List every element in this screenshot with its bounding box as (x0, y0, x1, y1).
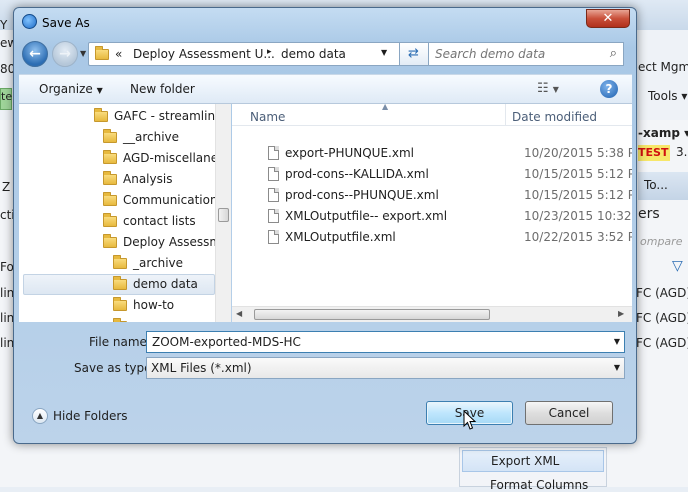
background-compare-text: ompare (640, 235, 683, 248)
filter-icon[interactable]: ▽ (672, 258, 683, 274)
breadcrumb-deploy[interactable]: Deploy Assessment U... (133, 47, 275, 61)
file-row[interactable]: prod-cons--PHUNQUE.xml 10/15/2015 5:12 P… (232, 185, 632, 206)
recent-pages-dropdown[interactable]: ▼ (80, 49, 86, 58)
save-as-dialog: Save As ✕ ← → ▼ « Deploy Assessment U...… (13, 7, 637, 444)
column-name[interactable]: Name (250, 110, 285, 124)
new-folder-button[interactable]: New folder (130, 82, 195, 96)
column-divider[interactable] (505, 104, 506, 126)
scroll-right-icon[interactable]: ▶ (618, 309, 624, 318)
mouse-cursor-icon (463, 410, 477, 430)
view-icon[interactable]: ☷ ▼ (537, 81, 559, 96)
test-badge: TEST (638, 145, 670, 161)
address-bar[interactable]: « Deploy Assessment U... ▸ demo data ▼ (88, 42, 414, 66)
tree-scrollbar[interactable] (215, 104, 231, 322)
arrow-left-icon: ← (29, 46, 41, 62)
background-title-fragment: ect Mgm (638, 60, 688, 74)
column-date-modified[interactable]: Date modified (512, 110, 597, 124)
background-text: Y (0, 18, 8, 32)
organize-button[interactable]: Organize ▼ (39, 82, 103, 96)
help-icon[interactable]: ? (600, 80, 618, 98)
background-xamp-text: -xamp ▾ (638, 126, 688, 140)
background-test-value: 3. (676, 145, 688, 159)
folder-icon (103, 213, 117, 227)
scrollbar-thumb[interactable] (254, 309, 490, 320)
hide-folders-button[interactable]: Hide Folders (53, 409, 128, 423)
refresh-icon: ⇄ (408, 46, 419, 61)
folder-icon (113, 255, 127, 269)
xml-file-icon (268, 209, 279, 223)
export-xml-item[interactable]: Export XML (462, 450, 604, 472)
background-text: Z (2, 180, 11, 194)
address-dropdown[interactable]: ▼ (381, 48, 387, 57)
folder-icon (94, 108, 108, 122)
file-name-label: File name: (89, 335, 151, 349)
save-as-type-label: Save as type: (74, 361, 156, 375)
folder-icon (103, 150, 117, 164)
breadcrumb-separator[interactable]: ▸ (267, 47, 272, 57)
tree-item-selected[interactable]: demo data (23, 274, 215, 295)
column-header-row: Name ▲ Date modified (232, 104, 632, 126)
folder-icon (95, 46, 109, 60)
background-to-button[interactable]: To... (638, 172, 688, 200)
cancel-button[interactable]: Cancel (525, 401, 613, 425)
scroll-left-icon[interactable]: ◀ (236, 309, 242, 318)
address-prefix[interactable]: « (115, 47, 122, 61)
save-as-type-value[interactable]: XML Files (*.xml) (151, 361, 252, 375)
folder-icon (103, 171, 117, 185)
dialog-title: Save As (42, 16, 90, 30)
folder-icon (103, 129, 117, 143)
background-green-tab: te (0, 88, 12, 110)
background-row: FC (AGD) (636, 336, 688, 350)
file-row[interactable]: XMLOutputfile-- export.xml 10/23/2015 10… (232, 206, 632, 227)
xml-file-icon (268, 146, 279, 160)
forward-button[interactable]: → (52, 41, 78, 67)
xml-file-icon (268, 230, 279, 244)
folder-icon (103, 234, 117, 248)
xml-file-icon (268, 188, 279, 202)
folder-icon (113, 297, 127, 311)
tools-menu[interactable]: Tools ▾ (648, 89, 687, 103)
hide-folders-icon[interactable]: ▲ (32, 408, 48, 424)
background-row: FC (AGD) (636, 311, 688, 325)
arrow-right-icon: → (59, 46, 71, 62)
file-list: Name ▲ Date modified export-PHUNQUE.xml … (232, 104, 632, 322)
file-name-dropdown[interactable]: ▼ (614, 337, 620, 346)
file-row[interactable]: export-PHUNQUE.xml 10/20/2015 5:38 PM (232, 143, 632, 164)
file-row[interactable]: XMLOutputfile.xml 10/22/2015 3:52 PM (232, 227, 632, 248)
search-icon[interactable]: ⌕ (610, 46, 617, 61)
refresh-button[interactable]: ⇄ (399, 42, 429, 66)
format-columns-item[interactable]: Format Columns (490, 478, 588, 492)
background-row: FC (AGD) (636, 286, 688, 300)
file-name-field[interactable]: ZOOM-exported-MDS-HC ▼ (146, 331, 625, 353)
search-input[interactable] (435, 46, 595, 62)
file-row[interactable]: prod-cons--KALLIDA.xml 10/15/2015 5:12 P… (232, 164, 632, 185)
breadcrumb-demo-data[interactable]: demo data (281, 47, 346, 61)
file-name-value[interactable]: ZOOM-exported-MDS-HC (152, 335, 301, 349)
back-button[interactable]: ← (22, 41, 48, 67)
chevron-down-icon[interactable]: ▼ (614, 363, 620, 372)
save-as-type-select[interactable]: XML Files (*.xml) ▼ (146, 357, 625, 379)
dialog-titlebar[interactable]: Save As ✕ (14, 8, 636, 38)
search-box[interactable]: ⌕ (428, 42, 624, 66)
scrollbar-thumb[interactable] (218, 208, 229, 222)
navigation-tree: GAFC - streamline c __archive AGD-miscel… (19, 104, 231, 322)
app-icon (22, 14, 37, 29)
folder-icon (103, 192, 117, 206)
folder-icon (113, 318, 127, 322)
sort-arrow-icon: ▲ (382, 104, 389, 111)
toolbar: Organize ▼ New folder ☷ ▼ ? (19, 74, 632, 104)
close-button[interactable]: ✕ (586, 9, 630, 28)
background-ers-text: ers (638, 206, 660, 222)
file-list-scrollbar[interactable]: ◀ ▶ (232, 306, 632, 322)
background-text: Fo (0, 260, 14, 274)
background-context-menu: Export XML Format Columns (459, 447, 607, 492)
folder-icon (113, 276, 127, 290)
xml-file-icon (268, 167, 279, 181)
